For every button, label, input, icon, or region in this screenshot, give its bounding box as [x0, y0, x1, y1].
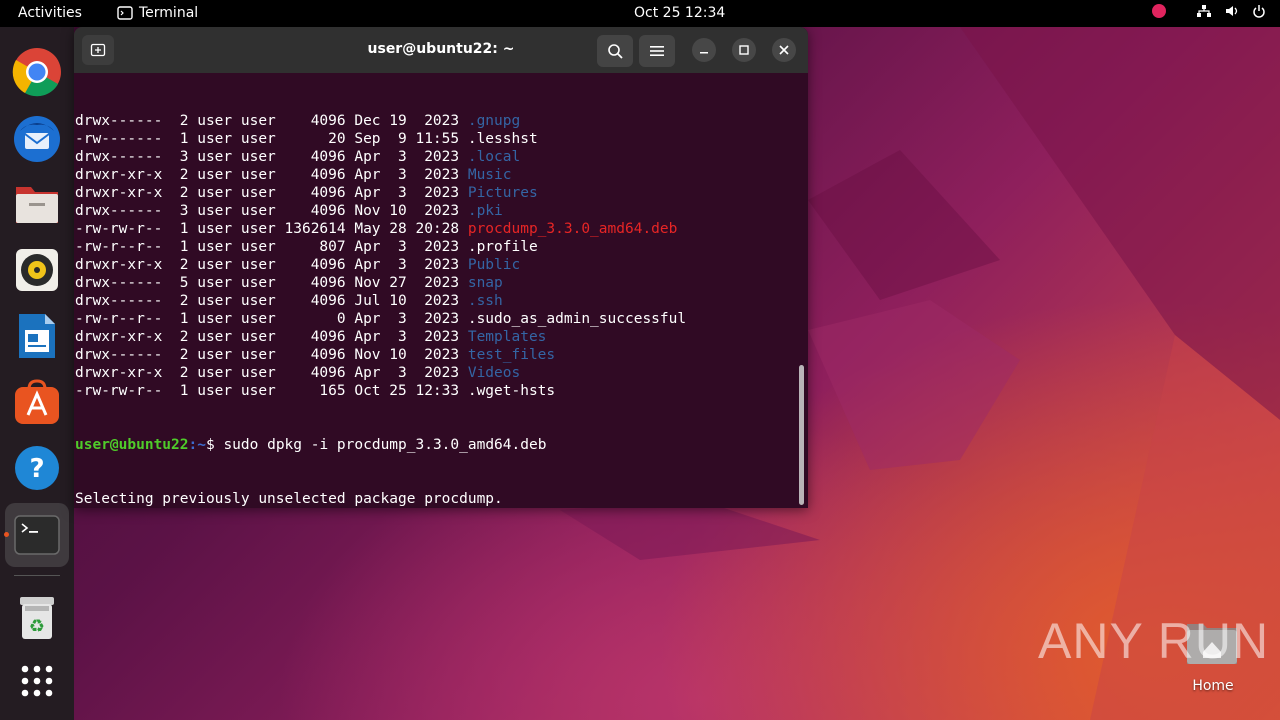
- app-menu-label: Terminal: [139, 5, 199, 21]
- maximize-icon: [739, 45, 749, 55]
- listing-row: -rw-rw-r-- 1 user user 165 Oct 25 12:33 …: [75, 382, 795, 400]
- prompt-user: user@ubuntu22: [75, 437, 189, 453]
- home-folder-label[interactable]: Home: [1180, 678, 1246, 694]
- show-apps-icon[interactable]: [12, 656, 62, 706]
- close-icon: [779, 45, 789, 55]
- svg-text:♻: ♻: [29, 616, 45, 637]
- terminal-app-icon: [117, 6, 133, 20]
- listing-row: drwxr-xr-x 2 user user 4096 Apr 3 2023 M…: [75, 166, 795, 184]
- notification-alert-icon[interactable]: [1152, 4, 1166, 18]
- listing-row: drwx------ 3 user user 4096 Apr 3 2023 .…: [75, 148, 795, 166]
- listing-perm: drwx------ 2 user user 4096 Nov 10 2023: [75, 347, 468, 363]
- listing-row: -rw-r--r-- 1 user user 807 Apr 3 2023 .p…: [75, 238, 795, 256]
- listing-row: drwxr-xr-x 2 user user 4096 Apr 3 2023 P…: [75, 256, 795, 274]
- listing-name: .pki: [467, 203, 503, 219]
- terminal-window[interactable]: user@ubuntu22: ~ drwx------ 2 user user …: [74, 27, 808, 508]
- listing-name: .ssh: [467, 293, 503, 309]
- listing-perm: -rw------- 1 user user 20 Sep 9 11:55: [75, 131, 468, 147]
- app-center-icon[interactable]: [12, 377, 62, 427]
- listing-perm: -rw-r--r-- 1 user user 0 Apr 3 2023: [75, 311, 468, 327]
- terminal-icon[interactable]: [12, 510, 62, 560]
- thunderbird-icon[interactable]: [12, 113, 62, 163]
- hamburger-menu-button[interactable]: [639, 35, 675, 67]
- listing-row: drwxr-xr-x 2 user user 4096 Apr 3 2023 T…: [75, 328, 795, 346]
- listing-name: Music: [467, 167, 512, 183]
- files-icon[interactable]: [12, 179, 62, 229]
- running-indicator: [4, 532, 9, 537]
- listing-name: procdump_3.3.0_amd64.deb: [467, 221, 678, 237]
- listing-perm: drwxr-xr-x 2 user user 4096 Apr 3 2023: [75, 185, 468, 201]
- listing-name: .sudo_as_admin_successful: [467, 311, 687, 327]
- close-button[interactable]: [772, 38, 796, 62]
- listing-name: .lesshst: [467, 131, 538, 147]
- terminal-output[interactable]: drwx------ 2 user user 4096 Dec 19 2023 …: [75, 76, 795, 508]
- hamburger-icon: [650, 46, 664, 56]
- maximize-button[interactable]: [732, 38, 756, 62]
- system-tray[interactable]: [1152, 4, 1266, 18]
- clock[interactable]: Oct 25 12:34: [634, 5, 725, 21]
- volume-icon[interactable]: [1224, 4, 1240, 18]
- dock: ? ♻: [0, 27, 74, 720]
- search-button[interactable]: [597, 35, 633, 67]
- power-icon[interactable]: [1252, 4, 1266, 18]
- minimize-icon: [700, 52, 708, 54]
- listing-perm: drwxr-xr-x 2 user user 4096 Apr 3 2023: [75, 329, 468, 345]
- output-line: Selecting previously unselected package …: [75, 491, 503, 507]
- listing-row: drwx------ 2 user user 4096 Dec 19 2023 …: [75, 112, 795, 130]
- listing-row: -rw------- 1 user user 20 Sep 9 11:55 .l…: [75, 130, 795, 148]
- listing-perm: drwx------ 3 user user 4096 Apr 3 2023: [75, 149, 468, 165]
- listing-perm: drwxr-xr-x 2 user user 4096 Apr 3 2023: [75, 365, 468, 381]
- listing-row: drwx------ 3 user user 4096 Nov 10 2023 …: [75, 202, 795, 220]
- listing-perm: drwx------ 3 user user 4096 Nov 10 2023: [75, 203, 468, 219]
- network-icon[interactable]: [1196, 4, 1212, 18]
- listing-row: drwx------ 2 user user 4096 Nov 10 2023 …: [75, 346, 795, 364]
- listing-name: .profile: [467, 239, 538, 255]
- listing-name: test_files: [467, 347, 556, 363]
- listing-name: Pictures: [467, 185, 538, 201]
- listing-name: Videos: [467, 365, 521, 381]
- listing-row: drwxr-xr-x 2 user user 4096 Apr 3 2023 P…: [75, 184, 795, 202]
- watermark-text: ANY RUN: [1038, 613, 1270, 669]
- command-line: user@ubuntu22:~$ sudo dpkg -i procdump_3…: [75, 436, 795, 454]
- svg-text:?: ?: [29, 454, 44, 484]
- listing-name: .wget-hsts: [467, 383, 556, 399]
- command-text: sudo dpkg -i procdump_3.3.0_amd64.deb: [223, 437, 547, 453]
- listing-name: .local: [467, 149, 521, 165]
- listing-perm: -rw-rw-r-- 1 user user 165 Oct 25 12:33: [75, 383, 468, 399]
- terminal-scrollbar[interactable]: [799, 365, 804, 505]
- listing-perm: -rw-r--r-- 1 user user 807 Apr 3 2023: [75, 239, 468, 255]
- minimize-button[interactable]: [692, 38, 716, 62]
- listing-name: snap: [467, 275, 503, 291]
- listing-name: Public: [467, 257, 521, 273]
- prompt-path: :~: [188, 437, 206, 453]
- anyrun-watermark: ANY RUN: [1038, 612, 1269, 670]
- help-icon[interactable]: ?: [12, 443, 62, 493]
- dock-separator: [14, 575, 60, 576]
- listing-row: drwx------ 5 user user 4096 Nov 27 2023 …: [75, 274, 795, 292]
- window-titlebar[interactable]: user@ubuntu22: ~: [74, 27, 808, 73]
- listing-perm: drwx------ 2 user user 4096 Dec 19 2023: [75, 113, 468, 129]
- activities-button[interactable]: Activities: [18, 5, 82, 21]
- listing-row: -rw-rw-r-- 1 user user 1362614 May 28 20…: [75, 220, 795, 238]
- listing-perm: drwx------ 5 user user 4096 Nov 27 2023: [75, 275, 468, 291]
- prompt-symbol: $: [205, 437, 224, 453]
- listing-name: .gnupg: [467, 113, 521, 129]
- listing-row: drwxr-xr-x 2 user user 4096 Apr 3 2023 V…: [75, 364, 795, 382]
- listing-row: -rw-r--r-- 1 user user 0 Apr 3 2023 .sud…: [75, 310, 795, 328]
- top-bar: Activities Terminal Oct 25 12:34: [0, 0, 1280, 27]
- listing-row: drwx------ 2 user user 4096 Jul 10 2023 …: [75, 292, 795, 310]
- libreoffice-writer-icon[interactable]: [12, 311, 62, 361]
- trash-icon[interactable]: ♻: [12, 593, 62, 643]
- chrome-icon[interactable]: [12, 47, 62, 97]
- listing-perm: drwxr-xr-x 2 user user 4096 Apr 3 2023: [75, 167, 468, 183]
- rhythmbox-icon[interactable]: [12, 245, 62, 295]
- listing-name: Templates: [467, 329, 547, 345]
- listing-perm: -rw-rw-r-- 1 user user 1362614 May 28 20…: [75, 221, 468, 237]
- listing-perm: drwxr-xr-x 2 user user 4096 Apr 3 2023: [75, 257, 468, 273]
- listing-perm: drwx------ 2 user user 4096 Jul 10 2023: [75, 293, 468, 309]
- app-menu[interactable]: Terminal: [117, 5, 198, 21]
- search-icon: [608, 44, 623, 59]
